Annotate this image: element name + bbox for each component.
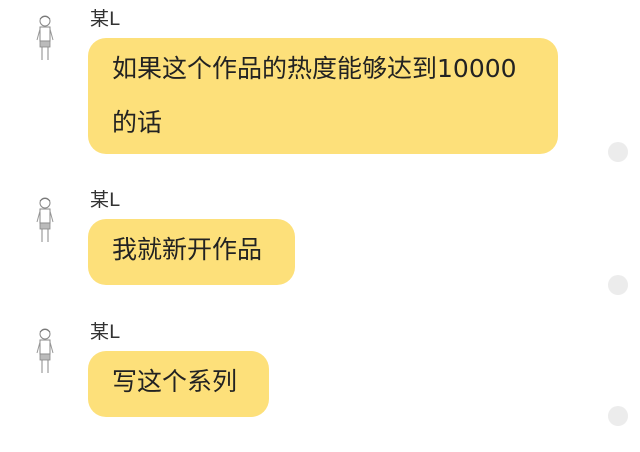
sender-name: 某L — [90, 8, 120, 30]
read-status-indicator — [608, 275, 628, 295]
message-text: 如果这个作品的热度能够达到10000的话 — [112, 54, 517, 137]
message-bubble[interactable]: 写这个系列 — [88, 351, 269, 417]
avatar[interactable] — [30, 196, 60, 246]
sender-name: 某L — [90, 321, 120, 343]
sketch-figure-avatar-icon — [36, 15, 54, 60]
chat-thread[interactable]: 某L 如果这个作品的热度能够达到10000的话 某L 我就新开作品 某L 写这个… — [0, 0, 640, 452]
avatar[interactable] — [30, 327, 60, 377]
read-status-indicator — [608, 142, 628, 162]
read-status-indicator — [608, 406, 628, 426]
avatar[interactable] — [30, 14, 60, 64]
message-text: 我就新开作品 — [112, 235, 263, 264]
sketch-figure-avatar-icon — [36, 197, 54, 242]
message-text: 写这个系列 — [112, 367, 238, 396]
message-bubble[interactable]: 我就新开作品 — [88, 219, 295, 285]
sender-name: 某L — [90, 189, 120, 211]
sketch-figure-avatar-icon — [36, 328, 54, 373]
message-bubble[interactable]: 如果这个作品的热度能够达到10000的话 — [88, 38, 558, 154]
